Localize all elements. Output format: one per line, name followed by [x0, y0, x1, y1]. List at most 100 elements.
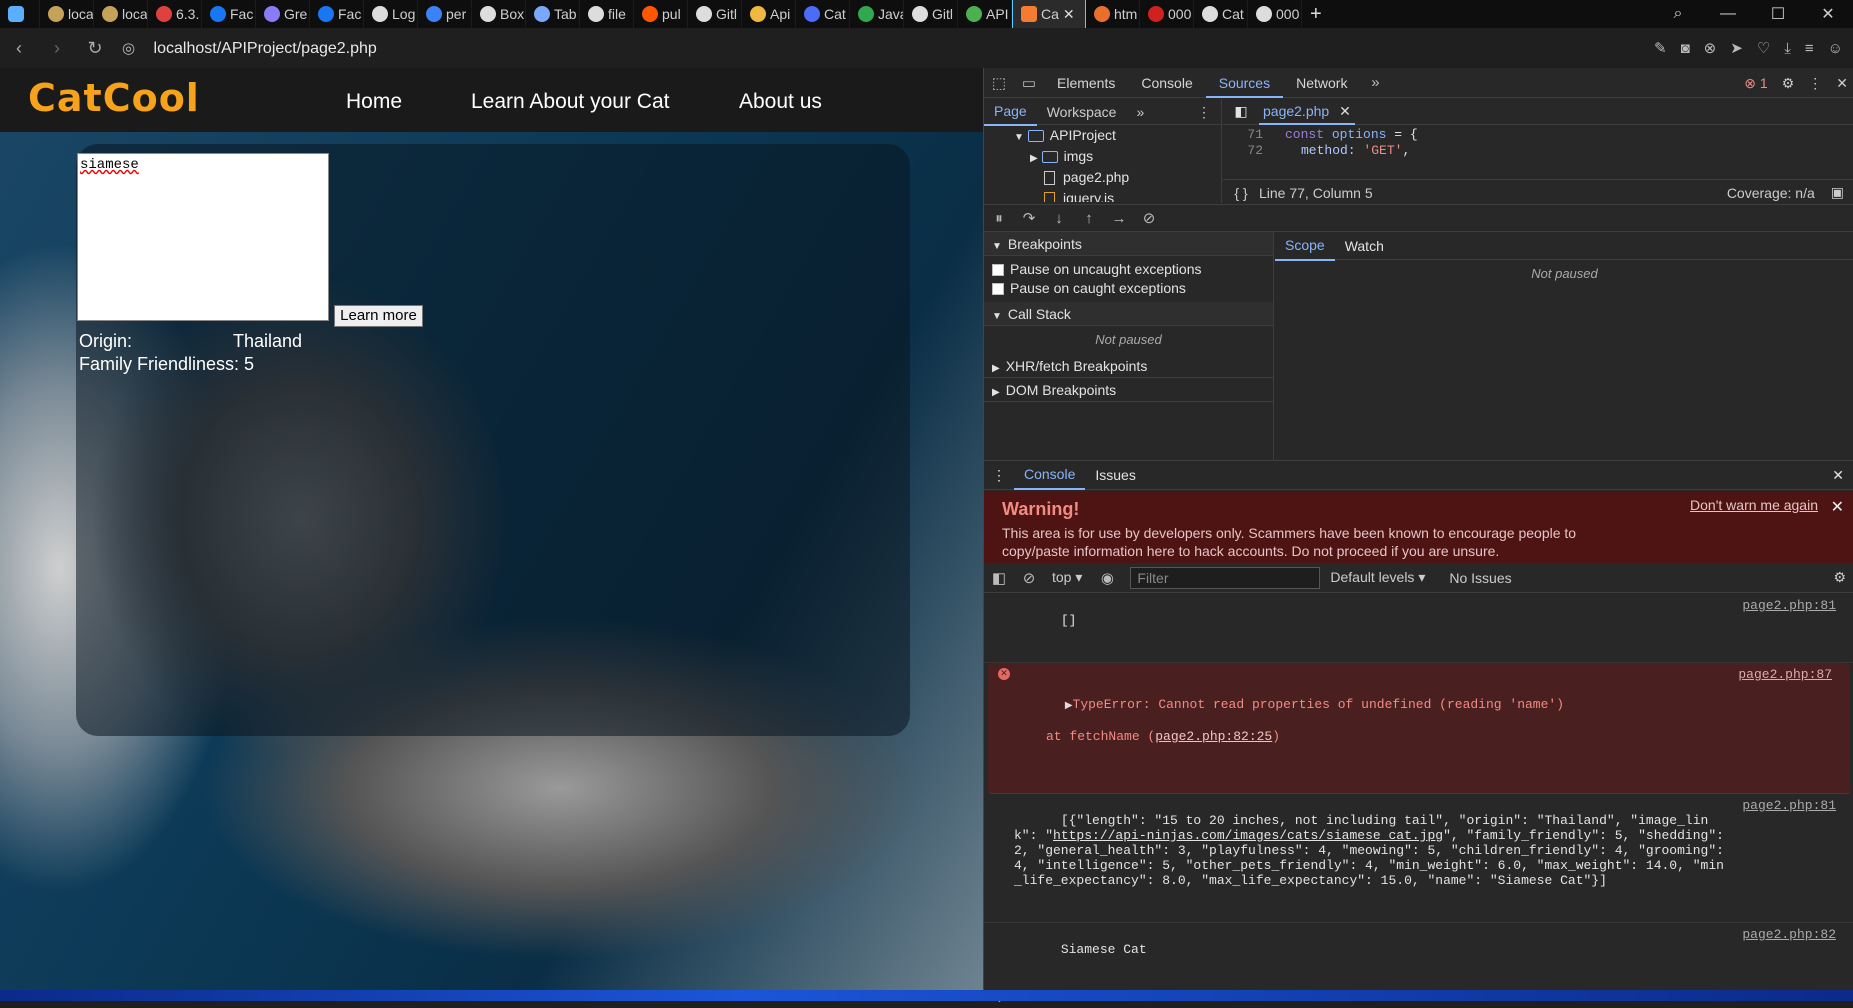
pause-icon[interactable]: ⏸: [984, 210, 1014, 227]
pause-caught-row[interactable]: Pause on caught exceptions: [984, 279, 1273, 298]
pause-caught-checkbox[interactable]: [992, 283, 1004, 296]
log-source-link[interactable]: page2.php:82: [1742, 927, 1836, 942]
tab-console[interactable]: Console: [1128, 68, 1205, 98]
tab-before-1[interactable]: loca: [94, 0, 148, 28]
live-expression-icon[interactable]: ◉: [1092, 569, 1122, 587]
tab-elements[interactable]: Elements: [1044, 68, 1128, 98]
xhr-breakpoints-section[interactable]: ▶ XHR/fetch Breakpoints: [984, 354, 1273, 378]
tab-before-16[interactable]: Gitl: [904, 0, 958, 28]
site-info-icon[interactable]: ◎: [122, 40, 135, 57]
close-warning-icon[interactable]: ✕: [1831, 497, 1844, 517]
toggle-navigator-icon[interactable]: ◧: [1223, 103, 1259, 120]
console-error-message[interactable]: ✕ ▶TypeError: Cannot read properties of …: [988, 663, 1850, 794]
tree-folder-root[interactable]: ▼ APIProject: [984, 125, 1221, 146]
download-icon[interactable]: ⤓: [1784, 40, 1791, 57]
tree-file-jquery[interactable]: jquery.js: [984, 188, 1221, 202]
tab-before-4[interactable]: Gre: [256, 0, 310, 28]
learn-more-button[interactable]: Learn more: [334, 305, 423, 327]
edit-icon[interactable]: ✎: [1654, 39, 1667, 57]
heart-icon[interactable]: ♡: [1757, 39, 1770, 57]
tree-folder-imgs[interactable]: ▶ imgs: [984, 146, 1221, 167]
tab-before-7[interactable]: per: [418, 0, 472, 28]
tab-before-9[interactable]: Tab: [526, 0, 580, 28]
kebab-menu-icon[interactable]: ⋮: [1808, 75, 1822, 92]
tab-copilot[interactable]: [0, 0, 40, 28]
navigator-menu-icon[interactable]: ⋮: [1187, 99, 1221, 125]
step-over-icon[interactable]: ↷: [1014, 209, 1044, 227]
pause-uncaught-row[interactable]: Pause on uncaught exceptions: [984, 260, 1273, 279]
more-subtabs-icon[interactable]: »: [1126, 99, 1154, 125]
drawer-tab-issues[interactable]: Issues: [1085, 467, 1145, 483]
send-icon[interactable]: ➤: [1730, 39, 1743, 57]
drawer-toggle-icon[interactable]: ▣: [1831, 184, 1844, 201]
block-icon[interactable]: ⊗: [1704, 39, 1717, 57]
tab-before-5[interactable]: Fac: [310, 0, 364, 28]
close-tab-icon[interactable]: ✕: [1063, 6, 1075, 23]
nav-learn-about-cat[interactable]: Learn About your Cat: [471, 90, 669, 114]
log-levels-dropdown[interactable]: Default levels ▾: [1330, 569, 1425, 586]
drawer-menu-icon[interactable]: ⋮: [984, 467, 1014, 484]
breakpoints-section[interactable]: ▼ Breakpoints: [984, 232, 1273, 256]
tab-active[interactable]: Ca ✕: [1012, 0, 1086, 28]
device-toolbar-icon[interactable]: ▭: [1014, 74, 1044, 92]
pretty-print-icon[interactable]: { }: [1223, 185, 1259, 201]
pause-uncaught-checkbox[interactable]: [992, 264, 1004, 277]
inspect-element-icon[interactable]: ⬚: [984, 74, 1014, 92]
menu-icon[interactable]: ≡: [1805, 40, 1814, 57]
reload-icon[interactable]: ↻: [76, 38, 114, 59]
screenshot-icon[interactable]: ◙: [1681, 40, 1690, 57]
tab-before-8[interactable]: Box: [472, 0, 526, 28]
error-source-link[interactable]: page2.php:87: [1738, 667, 1832, 682]
tab-after-3[interactable]: 000: [1248, 0, 1302, 28]
tab-before-17[interactable]: API: [958, 0, 1012, 28]
tab-before-11[interactable]: pul: [634, 0, 688, 28]
image-link[interactable]: https://api-ninjas.com/images/cats/siame…: [1053, 828, 1443, 843]
tab-after-0[interactable]: htm: [1086, 0, 1140, 28]
settings-icon[interactable]: ⚙: [1782, 75, 1795, 92]
tab-before-15[interactable]: Java: [850, 0, 904, 28]
breed-textarea[interactable]: siamese: [77, 153, 329, 321]
subtab-workspace[interactable]: Workspace: [1037, 99, 1127, 125]
forward-icon[interactable]: ›: [38, 38, 76, 59]
nav-about-us[interactable]: About us: [739, 90, 822, 114]
more-tabs-icon[interactable]: »: [1360, 74, 1390, 91]
new-tab-button[interactable]: +: [1310, 3, 1322, 26]
tab-before-3[interactable]: Fac: [202, 0, 256, 28]
back-icon[interactable]: ‹: [0, 38, 38, 59]
tab-after-2[interactable]: Cat: [1194, 0, 1248, 28]
log-source-link[interactable]: page2.php:81: [1742, 798, 1836, 813]
dom-breakpoints-section[interactable]: ▶ DOM Breakpoints: [984, 378, 1273, 402]
tab-before-0[interactable]: loca: [40, 0, 94, 28]
drawer-tab-console[interactable]: Console: [1014, 460, 1086, 490]
error-count-badge[interactable]: ⊗ 1: [1744, 75, 1767, 92]
stack-link[interactable]: page2.php:82:25: [1155, 729, 1272, 744]
tab-before-12[interactable]: Gitl: [688, 0, 742, 28]
tab-before-2[interactable]: 6.3.: [148, 0, 202, 28]
close-drawer-icon[interactable]: ✕: [1822, 467, 1853, 484]
close-devtools-icon[interactable]: ✕: [1836, 75, 1848, 92]
tab-before-10[interactable]: file: [580, 0, 634, 28]
tab-before-14[interactable]: Cat: [796, 0, 850, 28]
console-settings-icon[interactable]: ⚙: [1833, 569, 1846, 586]
deactivate-breakpoints-icon[interactable]: ⊘: [1134, 209, 1164, 227]
tab-network[interactable]: Network: [1283, 68, 1360, 98]
tab-scope[interactable]: Scope: [1275, 231, 1335, 261]
close-file-icon[interactable]: ✕: [1339, 103, 1351, 119]
minimize-icon[interactable]: —: [1703, 5, 1753, 23]
editor-tab-page2[interactable]: page2.php ✕: [1259, 99, 1355, 125]
step-icon[interactable]: →: [1104, 210, 1134, 227]
issues-button[interactable]: No Issues: [1449, 570, 1511, 586]
code-view[interactable]: 71 const options = { 72 method: 'GET',: [1223, 125, 1853, 159]
tab-before-13[interactable]: Api: [742, 0, 796, 28]
log-source-link[interactable]: page2.php:81: [1742, 598, 1836, 613]
nav-home[interactable]: Home: [346, 90, 402, 114]
dont-warn-link[interactable]: Don't warn me again: [1690, 497, 1818, 513]
call-stack-section[interactable]: ▼ Call Stack: [984, 302, 1273, 326]
subtab-page[interactable]: Page: [984, 98, 1037, 126]
sidebar-toggle-icon[interactable]: ◧: [984, 569, 1014, 587]
tab-after-1[interactable]: 000: [1140, 0, 1194, 28]
site-logo[interactable]: CatCool: [28, 76, 200, 120]
console-filter-input[interactable]: Filter: [1130, 566, 1321, 589]
maximize-icon[interactable]: ☐: [1753, 4, 1803, 24]
profile-icon[interactable]: ☺: [1828, 40, 1843, 57]
